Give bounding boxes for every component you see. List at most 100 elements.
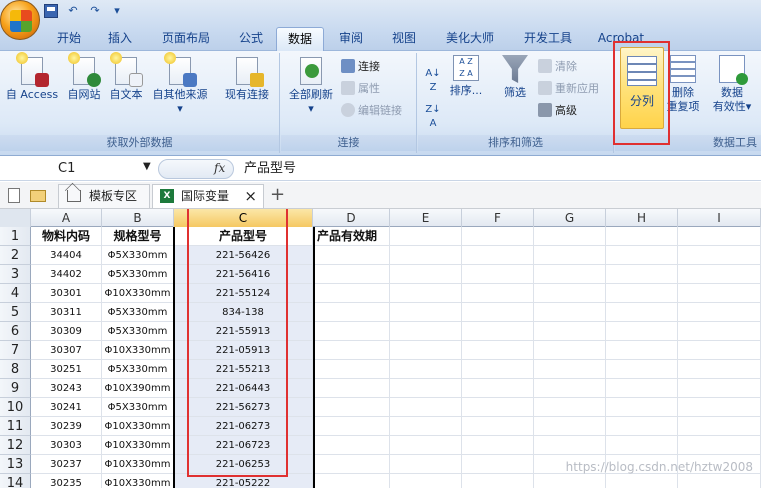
redo-icon[interactable]: ↷ (88, 4, 102, 18)
row-header[interactable]: 7 (0, 341, 31, 360)
cell-a13[interactable]: 30237 (31, 455, 102, 474)
close-tab-icon[interactable]: × (244, 185, 257, 207)
column-header-i[interactable]: I (678, 209, 761, 227)
cell-e11[interactable] (390, 417, 462, 436)
cell-d5[interactable] (313, 303, 390, 322)
row-header[interactable]: 1 (0, 227, 31, 246)
cell-e5[interactable] (390, 303, 462, 322)
cell-g11[interactable] (534, 417, 606, 436)
tab-developer[interactable]: 开发工具 (510, 27, 586, 51)
cell-h5[interactable] (606, 303, 678, 322)
cell-d8[interactable] (313, 360, 390, 379)
cell-f14[interactable] (462, 474, 534, 488)
cell-b3[interactable]: Φ5X330mm (102, 265, 174, 284)
row-header[interactable]: 14 (0, 474, 31, 488)
cell-e10[interactable] (390, 398, 462, 417)
cell-e9[interactable] (390, 379, 462, 398)
cell-f13[interactable] (462, 455, 534, 474)
cell-f2[interactable] (462, 246, 534, 265)
cell-g12[interactable] (534, 436, 606, 455)
advanced-filter-button[interactable]: 高级 (538, 101, 577, 121)
cell-h3[interactable] (606, 265, 678, 284)
cell-d10[interactable] (313, 398, 390, 417)
cell-g2[interactable] (534, 246, 606, 265)
cell-b5[interactable]: Φ5X330mm (102, 303, 174, 322)
row-header[interactable]: 11 (0, 417, 31, 436)
cell-b10[interactable]: Φ5X330mm (102, 398, 174, 417)
from-other-sources-button[interactable]: 自其他来源 ▾ (148, 52, 212, 116)
tab-template-zone[interactable]: 模板专区 (58, 184, 150, 208)
cell-f5[interactable] (462, 303, 534, 322)
row-header[interactable]: 6 (0, 322, 31, 341)
cell-i3[interactable] (678, 265, 761, 284)
cell-f10[interactable] (462, 398, 534, 417)
formula-input[interactable]: 产品型号 (244, 159, 296, 179)
cell-a12[interactable]: 30303 (31, 436, 102, 455)
cell-d11[interactable] (313, 417, 390, 436)
cell-i5[interactable] (678, 303, 761, 322)
tab-insert[interactable]: 插入 (94, 27, 146, 51)
cell-g14[interactable] (534, 474, 606, 488)
cell-h1[interactable] (606, 227, 678, 246)
cell-i11[interactable] (678, 417, 761, 436)
insert-function-icon[interactable]: fx (214, 161, 225, 175)
cell-g6[interactable] (534, 322, 606, 341)
column-header-g[interactable]: G (534, 209, 606, 227)
row-header[interactable]: 5 (0, 303, 31, 322)
cell-d1[interactable]: 产品有效期 (313, 227, 390, 246)
tab-home[interactable]: 开始 (44, 27, 94, 51)
name-box-dropdown-icon[interactable]: ▼ (143, 161, 151, 172)
cell-e13[interactable] (390, 455, 462, 474)
cell-d4[interactable] (313, 284, 390, 303)
cell-f12[interactable] (462, 436, 534, 455)
data-validation-button[interactable]: 数据 有效性▾ (709, 55, 755, 114)
cell-e14[interactable] (390, 474, 462, 488)
cell-e4[interactable] (390, 284, 462, 303)
cell-g1[interactable] (534, 227, 606, 246)
office-button[interactable] (0, 0, 40, 40)
cell-d12[interactable] (313, 436, 390, 455)
tab-view[interactable]: 视图 (378, 27, 430, 51)
row-header[interactable]: 13 (0, 455, 31, 474)
column-header-f[interactable]: F (462, 209, 534, 227)
row-header[interactable]: 9 (0, 379, 31, 398)
open-folder-icon[interactable] (30, 190, 46, 202)
cell-d3[interactable] (313, 265, 390, 284)
sort-descending-button[interactable]: Z↓ A (422, 103, 444, 131)
cell-b11[interactable]: Φ10X330mm (102, 417, 174, 436)
cell-i1[interactable] (678, 227, 761, 246)
cell-h10[interactable] (606, 398, 678, 417)
cell-e3[interactable] (390, 265, 462, 284)
column-header-h[interactable]: H (606, 209, 678, 227)
cell-f9[interactable] (462, 379, 534, 398)
row-header[interactable]: 8 (0, 360, 31, 379)
cell-b12[interactable]: Φ10X330mm (102, 436, 174, 455)
cell-b4[interactable]: Φ10X330mm (102, 284, 174, 303)
cell-h2[interactable] (606, 246, 678, 265)
cell-g4[interactable] (534, 284, 606, 303)
cell-a11[interactable]: 30239 (31, 417, 102, 436)
cell-f8[interactable] (462, 360, 534, 379)
column-header-b[interactable]: B (102, 209, 174, 227)
cell-h12[interactable] (606, 436, 678, 455)
cell-i7[interactable] (678, 341, 761, 360)
cell-h7[interactable] (606, 341, 678, 360)
cell-f4[interactable] (462, 284, 534, 303)
cell-f7[interactable] (462, 341, 534, 360)
cell-b13[interactable]: Φ10X330mm (102, 455, 174, 474)
cell-b8[interactable]: Φ5X330mm (102, 360, 174, 379)
cell-g7[interactable] (534, 341, 606, 360)
cell-a8[interactable]: 30251 (31, 360, 102, 379)
row-header[interactable]: 3 (0, 265, 31, 284)
cell-e7[interactable] (390, 341, 462, 360)
cell-g10[interactable] (534, 398, 606, 417)
cell-f3[interactable] (462, 265, 534, 284)
undo-icon[interactable]: ↶ (66, 4, 80, 18)
name-box[interactable]: C1 (0, 159, 155, 179)
cell-h8[interactable] (606, 360, 678, 379)
new-file-icon[interactable] (8, 188, 20, 203)
cell-h4[interactable] (606, 284, 678, 303)
customize-qat-icon[interactable]: ▾ (110, 4, 124, 18)
cell-h9[interactable] (606, 379, 678, 398)
column-header-d[interactable]: D (313, 209, 390, 227)
